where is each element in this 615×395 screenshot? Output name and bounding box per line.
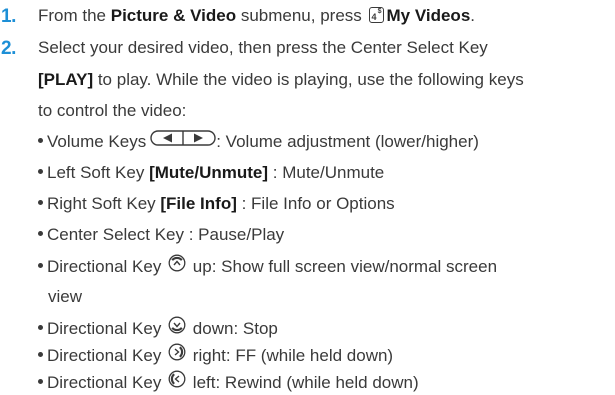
bullet-dot — [38, 379, 43, 384]
bullet-dot — [38, 263, 43, 268]
bullet-dot — [38, 200, 43, 206]
directional-left-icon — [168, 370, 186, 393]
step-1-number: 1. — [1, 6, 16, 27]
directional-right-icon — [168, 343, 186, 366]
bullet-directional-up: Directional Key up: Show full screen vie… — [38, 254, 497, 279]
bullet-dot — [38, 352, 43, 357]
bullet-center-select-key: Center Select Key : Pause/Play — [38, 225, 284, 245]
directional-up-icon — [168, 254, 186, 277]
my-videos-label: My Videos — [386, 6, 471, 25]
step-2-number: 2. — [1, 38, 16, 59]
mute-unmute-label: [Mute/Unmute] — [149, 163, 269, 182]
bullet-directional-up-continuation: view — [48, 287, 83, 306]
step-1: 1. From the Picture & Video submenu, pre… — [0, 6, 615, 30]
file-info-label: [File Info] — [160, 194, 237, 213]
step-2-line-1: Select your desired video, then press th… — [38, 38, 488, 57]
bullet-dot — [38, 169, 43, 175]
bullet-dot — [38, 138, 43, 144]
bullet-directional-left: Directional Key left: Rewind (while held… — [38, 370, 419, 395]
bullet-right-soft-key: Right Soft Key [File Info] : File Info o… — [38, 194, 395, 214]
volume-keys-icon — [150, 130, 216, 151]
manual-page: 1. From the Picture & Video submenu, pre… — [0, 0, 615, 395]
step-2: 2. Select your desired video, then press… — [0, 38, 615, 138]
submenu-name: Picture & Video — [110, 6, 237, 25]
directional-down-icon — [168, 316, 186, 339]
bullet-dot — [38, 325, 43, 330]
bullet-left-soft-key: Left Soft Key [Mute/Unmute] : Mute/Unmut… — [38, 163, 384, 183]
bullet-dot — [38, 231, 43, 237]
bullet-volume-keys: Volume Keys: Volume adjustment (lower/hi… — [38, 130, 479, 153]
bullet-directional-right: Directional Key right: FF (while held do… — [38, 343, 393, 368]
bullet-directional-down: Directional Key down: Stop — [38, 316, 278, 341]
key-4-icon: 4 $ — [368, 6, 384, 23]
step-2-line-2: [PLAY] to play. While the video is playi… — [38, 70, 524, 89]
step-2-line-3: to control the video: — [38, 101, 187, 120]
step-1-text: From the Picture & Video submenu, press … — [38, 6, 476, 25]
play-label: [PLAY] — [38, 70, 94, 89]
